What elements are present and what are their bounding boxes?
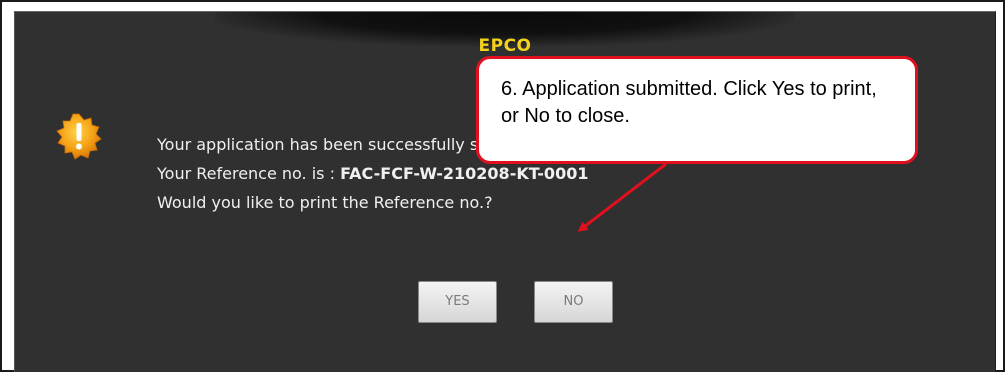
warning-icon	[56, 113, 102, 160]
no-button[interactable]: NO	[534, 281, 613, 323]
screenshot-frame: EPCO Your application has been successfu…	[0, 0, 1005, 372]
message-line-3: Would you like to print the Reference no…	[157, 193, 493, 212]
yes-button[interactable]: YES	[418, 281, 497, 323]
dialog-title: EPCO	[478, 36, 532, 56]
instruction-callout: 6. Application submitted. Click Yes to p…	[476, 56, 918, 164]
reference-number: FAC-FCF-W-210208-KT-0001	[340, 164, 589, 183]
reference-label: Your Reference no. is :	[157, 164, 341, 183]
